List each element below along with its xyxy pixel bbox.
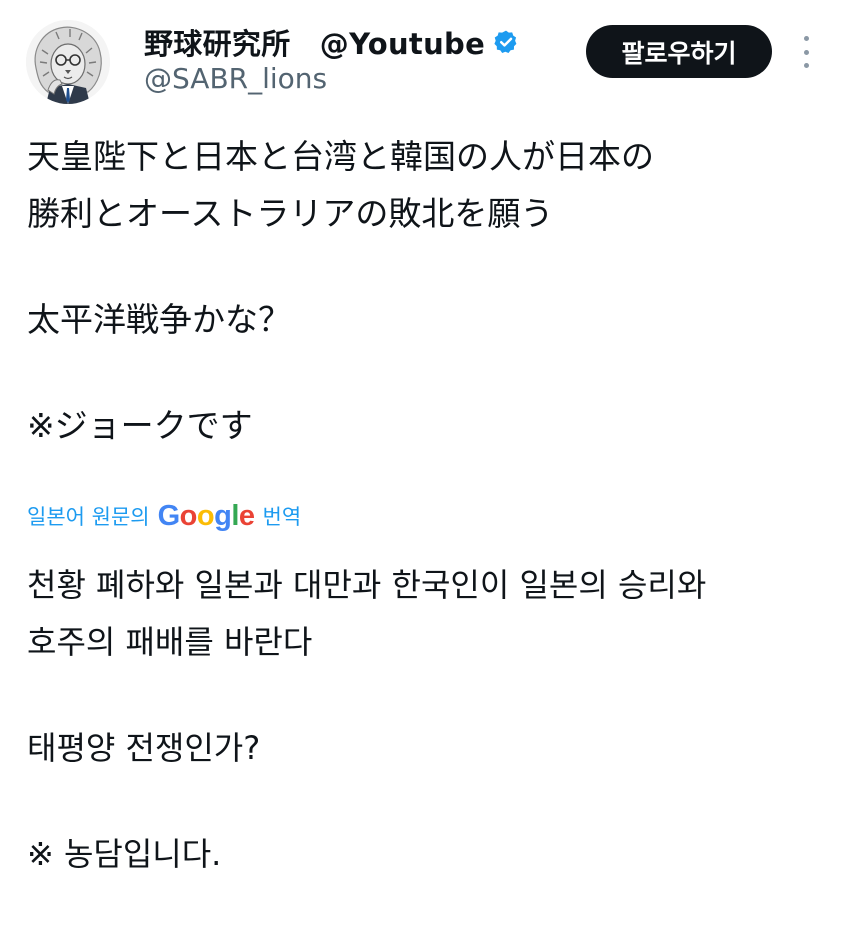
more-dot xyxy=(803,36,809,41)
translated-line-break xyxy=(27,671,827,720)
tweet-line: 勝利とオーストラリアの敗北を願う xyxy=(27,194,554,233)
avatar[interactable] xyxy=(26,20,110,104)
tweet-line-break xyxy=(27,242,827,291)
tweet-text: 天皇陛下と日本と台湾と韓国の人が日本の 勝利とオーストラリアの敗北を願う 太平洋… xyxy=(27,128,827,454)
tweet-line: 天皇陛下と日本と台湾と韓国の人が日本の xyxy=(27,137,654,176)
translation-prefix[interactable]: 일본어 원문의 xyxy=(27,501,150,531)
lion-avatar-icon xyxy=(26,20,110,104)
google-logo: Google xyxy=(157,499,255,532)
tweet-line: ※ジョークです xyxy=(27,406,253,445)
author-handle[interactable]: @SABR_lions xyxy=(144,62,327,95)
translated-line: 호주의 패배를 바란다 xyxy=(27,623,313,661)
translated-text: 천황 폐하와 일본과 대만과 한국인이 일본의 승리와 호주의 패배를 바란다 … xyxy=(27,557,827,883)
tweet-header: 野球研究所 @Youtube @SABR_lions 팔로우하기 xyxy=(0,0,850,120)
translated-line-break xyxy=(27,777,827,826)
more-vertical-icon[interactable] xyxy=(794,30,818,74)
translated-line: ※ 농담입니다. xyxy=(27,835,222,873)
display-name[interactable]: 野球研究所 @Youtube xyxy=(144,21,485,63)
more-dot xyxy=(803,63,809,68)
author-name-row: 野球研究所 @Youtube xyxy=(144,22,519,62)
translated-line: 천황 폐하와 일본과 대만과 한국인이 일본의 승리와 xyxy=(27,566,707,604)
follow-button[interactable]: 팔로우하기 xyxy=(586,25,772,78)
translated-line: 태평양 전쟁인가? xyxy=(27,729,261,767)
tweet-line: 太平洋戦争かな？ xyxy=(27,300,291,339)
tweet-line-break xyxy=(27,348,827,397)
more-dot xyxy=(803,49,809,55)
translation-attribution[interactable]: 일본어 원문의 Google 번역 xyxy=(27,497,301,535)
verified-badge-icon xyxy=(493,29,519,55)
translation-suffix[interactable]: 번역 xyxy=(263,501,302,531)
